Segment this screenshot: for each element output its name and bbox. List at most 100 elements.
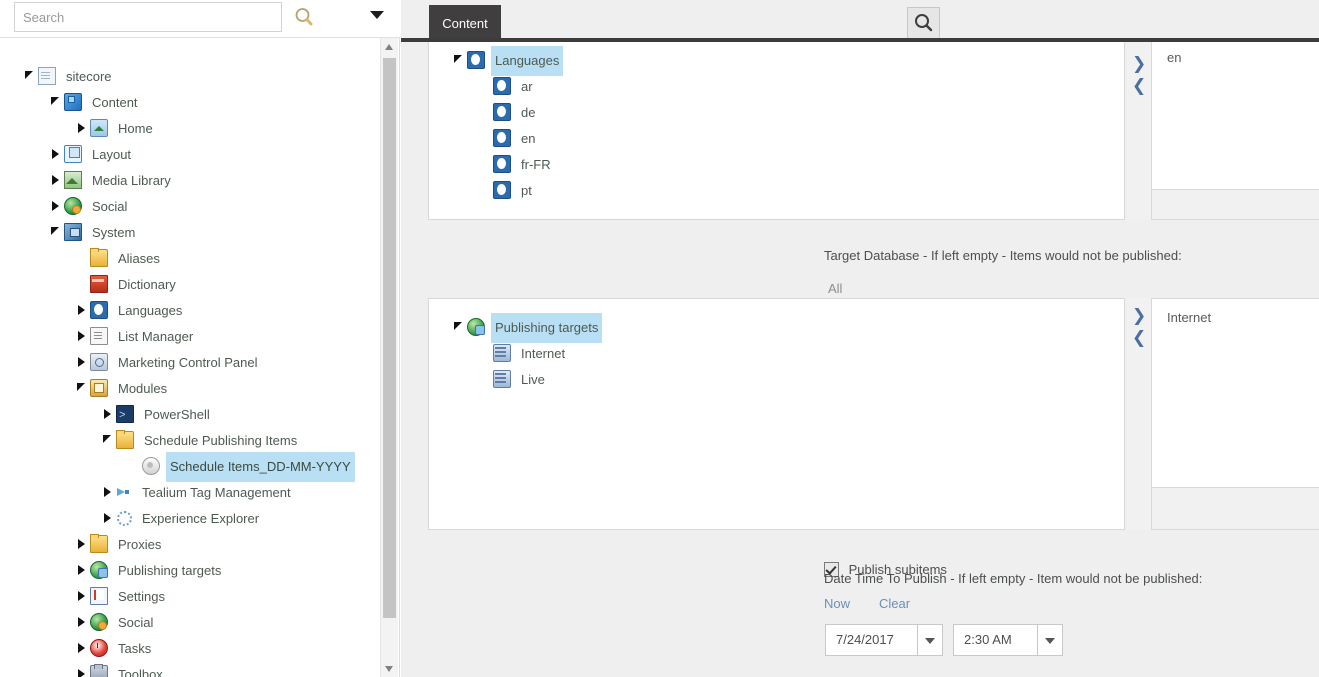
target-database-selected-footer (1151, 488, 1319, 530)
sidebar-search-bar (0, 0, 400, 38)
tree-item[interactable]: Aliases (0, 244, 385, 270)
tree-item[interactable]: Tasks (0, 634, 385, 660)
pubtarget-icon (467, 318, 485, 336)
tree-item[interactable]: Languages (0, 296, 385, 322)
expand-toggle-icon[interactable] (48, 166, 64, 192)
expand-toggle-icon[interactable] (74, 348, 90, 374)
expand-toggle-icon[interactable] (74, 556, 90, 582)
selected-list-item[interactable]: en (1152, 47, 1319, 69)
tree-item[interactable]: Tealium Tag Management (0, 478, 385, 504)
expand-toggle-icon[interactable] (74, 530, 90, 556)
tree-item[interactable]: Modules (0, 374, 385, 400)
social-icon (90, 613, 108, 631)
collapse-toggle-icon[interactable] (48, 88, 64, 114)
languages-all-listbox[interactable]: Languages ar de en fr-FR pt (428, 42, 1125, 220)
tree-toggle-spacer (74, 244, 90, 270)
mcp-icon (90, 353, 108, 371)
tree-item[interactable]: Proxies (0, 530, 385, 556)
tree-item[interactable]: de (451, 98, 1124, 124)
publish-date-combo[interactable]: 7/24/2017 (825, 624, 943, 656)
target-database-tree: Publishing targets Internet Live (429, 299, 1124, 391)
scroll-down-arrow-icon[interactable] (381, 660, 398, 677)
tree-item[interactable]: Publishing targets (0, 556, 385, 582)
tree-item[interactable]: PowerShell (0, 400, 385, 429)
settings-icon (90, 587, 108, 605)
tree-item[interactable]: System (0, 218, 385, 244)
collapse-toggle-icon[interactable] (451, 313, 467, 339)
expand-toggle-icon[interactable] (74, 660, 90, 677)
expand-toggle-icon[interactable] (74, 114, 90, 140)
tree-item[interactable]: Toolbox (0, 660, 385, 677)
tree-item[interactable]: Schedule Publishing Items (0, 426, 385, 452)
target-database-all-listbox[interactable]: Publishing targets Internet Live (428, 298, 1125, 530)
date-clear-link[interactable]: Clear (879, 596, 910, 611)
publish-time-dropdown-icon[interactable] (1037, 625, 1062, 655)
expand-toggle-icon[interactable] (74, 634, 90, 660)
tree-item[interactable]: Layout (0, 140, 385, 166)
tree-item[interactable]: List Manager (0, 322, 385, 348)
target-database-move-left-button[interactable]: ❮ (1132, 329, 1146, 347)
scrollbar-thumb[interactable] (383, 58, 396, 618)
tab-search-button[interactable] (907, 7, 940, 40)
target-database-selected-listbox[interactable]: Internet (1151, 298, 1319, 488)
target-database-transfer-buttons: ❯ ❮ (1127, 298, 1151, 530)
tree-item[interactable]: en (451, 124, 1124, 150)
circle-icon (142, 457, 160, 475)
expand-toggle-icon[interactable] (74, 608, 90, 634)
search-icon[interactable] (292, 5, 316, 29)
tree-item[interactable]: Languages (451, 46, 1124, 76)
toolbox-icon (90, 664, 108, 677)
tree-item[interactable]: Settings (0, 582, 385, 608)
tree-item[interactable]: sitecore (0, 62, 385, 88)
tree-item-label: pt (521, 183, 532, 198)
search-input[interactable] (14, 2, 282, 32)
tree-item[interactable]: Home (0, 114, 385, 140)
expand-toggle-icon[interactable] (74, 582, 90, 608)
tree-item[interactable]: Content (0, 88, 385, 114)
expand-toggle-icon[interactable] (100, 478, 116, 504)
expand-toggle-icon[interactable] (48, 192, 64, 218)
publish-time-combo[interactable]: 2:30 AM (953, 624, 1063, 656)
tree-item[interactable]: Internet (451, 339, 1124, 365)
dict-icon (90, 275, 108, 293)
expand-toggle-icon[interactable] (74, 322, 90, 348)
publish-date-dropdown-icon[interactable] (917, 625, 942, 655)
globe-icon (467, 51, 485, 69)
tree-item[interactable]: fr-FR (451, 150, 1124, 176)
target-database-move-right-button[interactable]: ❯ (1132, 307, 1146, 325)
scroll-up-arrow-icon[interactable] (381, 38, 398, 55)
folder-icon (116, 430, 134, 449)
tree-item[interactable]: ar (451, 72, 1124, 98)
tree-item[interactable]: Schedule Items_DD-MM-YYYY (0, 452, 385, 482)
chevron-down-icon[interactable] (370, 11, 384, 19)
tree-item[interactable]: Live (451, 365, 1124, 391)
tree-item[interactable]: Dictionary (0, 270, 385, 296)
collapse-toggle-icon[interactable] (100, 426, 116, 452)
editor-tabstrip: Content (401, 0, 1319, 43)
tree-item[interactable]: Publishing targets (451, 313, 1124, 343)
expand-toggle-icon[interactable] (100, 400, 116, 426)
date-now-link[interactable]: Now (824, 596, 850, 611)
languages-move-right-button[interactable]: ❯ (1132, 55, 1146, 73)
expand-toggle-icon[interactable] (100, 504, 116, 530)
tree-item[interactable]: Marketing Control Panel (0, 348, 385, 374)
globe-icon (493, 77, 511, 95)
collapse-toggle-icon[interactable] (22, 62, 38, 88)
tree-item[interactable]: Experience Explorer (0, 504, 385, 530)
tree-item[interactable]: pt (451, 176, 1124, 202)
collapse-toggle-icon[interactable] (74, 374, 90, 400)
expand-toggle-icon[interactable] (48, 140, 64, 166)
collapse-toggle-icon[interactable] (451, 46, 467, 72)
ps-icon (116, 403, 134, 429)
languages-selected-listbox[interactable]: en (1151, 42, 1319, 190)
tree-item[interactable]: Social (0, 608, 385, 634)
tree-item[interactable]: Media Library (0, 166, 385, 192)
languages-selected-footer (1151, 190, 1319, 220)
content-tree-scrollbar[interactable] (380, 38, 398, 677)
collapse-toggle-icon[interactable] (48, 218, 64, 244)
expand-toggle-icon[interactable] (74, 296, 90, 322)
selected-list-item[interactable]: Internet (1152, 307, 1319, 329)
tree-item[interactable]: Social (0, 192, 385, 218)
languages-move-left-button[interactable]: ❮ (1132, 77, 1146, 95)
search-icon (915, 14, 933, 32)
